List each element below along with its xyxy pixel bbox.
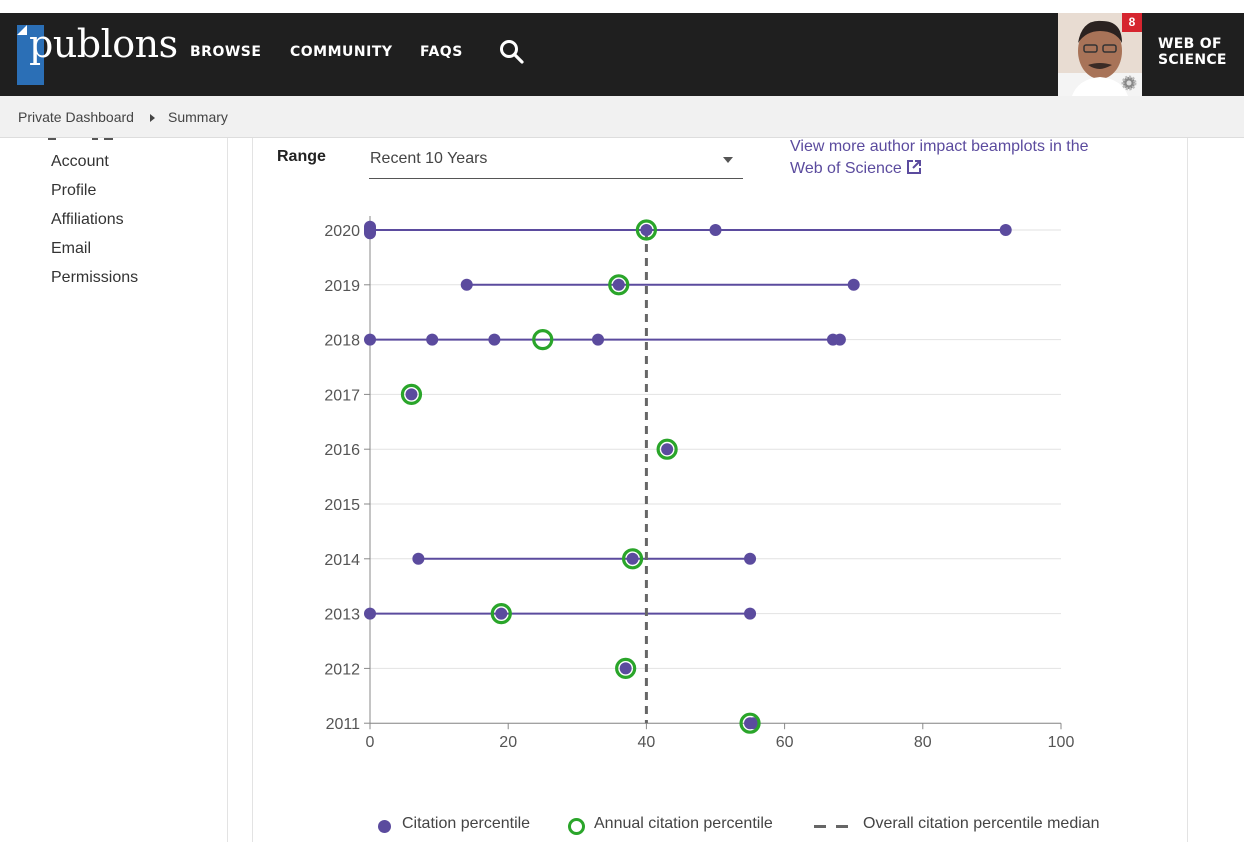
nav-community[interactable]: COMMUNITY (290, 44, 393, 60)
citation-percentile-point (460, 278, 473, 291)
y-tick-label: 2012 (324, 661, 360, 678)
legend-dot-icon (378, 820, 391, 833)
notification-badge[interactable]: 8 (1122, 13, 1142, 32)
citation-percentile-point (612, 278, 625, 291)
logo-notch (17, 25, 27, 35)
x-tick-label: 40 (638, 734, 656, 751)
y-tick-label: 2013 (324, 607, 360, 624)
citation-percentile-point (364, 607, 376, 620)
citation-percentile-point (709, 224, 722, 236)
y-tick-label: 2014 (324, 552, 360, 569)
citation-percentile-point (412, 552, 425, 565)
wos-line-2: SCIENCE (1158, 52, 1227, 68)
nav-faqs[interactable]: FAQS (420, 44, 463, 60)
citation-percentile-point (744, 552, 757, 565)
sidebar-item-affiliations[interactable]: Affiliations (51, 211, 124, 229)
wos-line-1: WEB OF (1158, 36, 1222, 52)
legend-label: Annual citation percentile (594, 815, 773, 832)
x-tick-label: 60 (776, 734, 794, 751)
x-tick-label: 80 (914, 734, 932, 751)
citation-percentile-point (426, 333, 439, 346)
citation-percentile-point (495, 607, 508, 620)
range-label: Range (277, 148, 326, 165)
publons-logo[interactable]: publons (17, 15, 178, 85)
y-tick-label: 2011 (326, 716, 361, 733)
y-tick-label: 2018 (324, 333, 360, 350)
legend-dash-icon (814, 825, 850, 828)
sidebar-item-profile[interactable]: Profile (51, 182, 96, 200)
legend-label: Overall citation percentile median (863, 815, 1100, 832)
citation-percentile-point (847, 278, 860, 291)
citation-percentile-point (999, 224, 1012, 236)
y-tick-label: 2017 (324, 387, 360, 404)
external-link-icon (906, 160, 921, 174)
sidebar (0, 138, 228, 842)
citation-percentile-point (364, 333, 376, 346)
citation-percentile-point (364, 227, 376, 240)
breadcrumb: Private Dashboard Summary (0, 96, 1244, 138)
search-icon[interactable] (498, 38, 526, 66)
wos-beamplot-link[interactable]: View more author impact beamplots in the… (790, 136, 1110, 180)
nav-browse[interactable]: BROWSE (190, 44, 261, 60)
y-tick-label: 2016 (324, 442, 360, 459)
citation-percentile-point (405, 388, 418, 401)
y-tick-label: 2020 (324, 223, 360, 240)
citation-percentile-point (592, 333, 605, 346)
citation-percentile-point (661, 443, 674, 456)
web-of-science-link[interactable]: WEB OF SCIENCE (1158, 36, 1227, 68)
citation-percentile-point (744, 607, 757, 620)
breadcrumb-summary: Summary (168, 109, 228, 125)
y-tick-label: 2019 (324, 278, 360, 295)
range-select-value: Recent 10 Years (370, 150, 488, 167)
gear-icon[interactable] (1120, 74, 1138, 92)
sidebar-item-account[interactable]: Account (51, 153, 109, 171)
x-tick-label: 100 (1048, 734, 1075, 751)
citation-percentile-point (626, 552, 639, 565)
x-tick-label: 0 (366, 734, 375, 751)
breadcrumb-private-dashboard[interactable]: Private Dashboard (18, 109, 134, 125)
top-navigation: publons BROWSE COMMUNITY FAQS 8 WEB OF S… (0, 0, 1244, 96)
sidebar-clipped-heading (48, 138, 113, 140)
y-tick-label: 2015 (324, 497, 360, 514)
citation-percentile-point (833, 333, 846, 346)
citation-percentile-point (488, 333, 501, 346)
legend-ring-icon (568, 818, 585, 835)
chevron-down-icon (723, 157, 733, 163)
x-tick-label: 20 (499, 734, 517, 751)
sidebar-item-email[interactable]: Email (51, 240, 91, 258)
citation-percentile-point (640, 224, 653, 236)
legend-label: Citation percentile (402, 815, 531, 832)
citation-percentile-point (619, 662, 632, 675)
sidebar-item-permissions[interactable]: Permissions (51, 269, 138, 287)
breadcrumb-separator-icon (150, 114, 155, 122)
logo-text: publons (29, 22, 178, 66)
range-select[interactable]: Recent 10 Years (369, 144, 743, 179)
wos-beamplot-link-text: View more author impact beamplots in the… (790, 138, 1089, 177)
